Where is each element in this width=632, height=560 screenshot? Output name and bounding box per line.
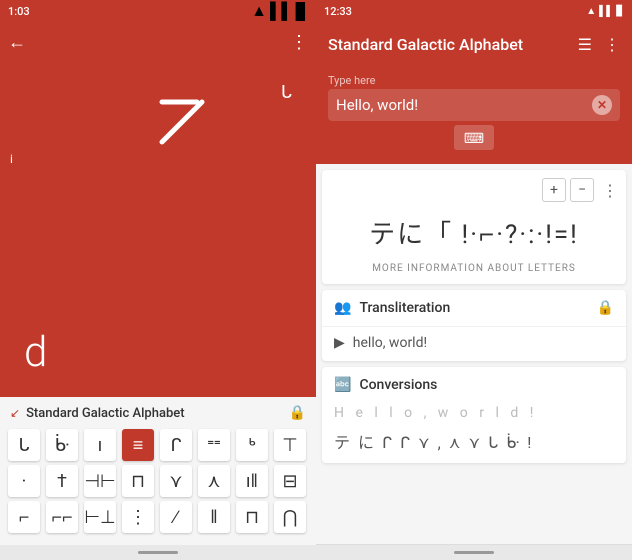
conversions-header: 🔤 Conversions — [322, 367, 626, 403]
wifi-icon-right: ▌▌ — [599, 6, 613, 17]
home-indicator-right — [454, 551, 494, 554]
keyboard-toggle-button[interactable]: ⌨ — [454, 125, 494, 150]
status-bar-left: 1:03 ▲ ▌▌ ▊ — [0, 0, 316, 22]
left-panel: 1:03 ▲ ▌▌ ▊ ← ⋮ i ᒐ d ↙ Standard Galacti… — [0, 0, 316, 560]
content-area: + − ⋮ テに「 !·⌐·?·:·!=! MORE INFORMATION A… — [316, 164, 632, 544]
galactic-more-button[interactable]: ⋮ — [602, 181, 618, 200]
key-3[interactable]: ı — [84, 429, 116, 461]
zoom-out-button[interactable]: − — [570, 178, 594, 202]
keyboard-icon: ⌨ — [464, 131, 484, 147]
app-title: Standard Galactic Alphabet — [328, 35, 523, 54]
keyboard-panel: ↙ Standard Galactic Alphabet 🔒 ᒐ ᒁ ı ≡ ᒋ… — [0, 397, 316, 545]
key-8[interactable]: ⊤ — [274, 429, 306, 461]
status-bar-right: 12:33 ▲ ▌▌ ▊ — [316, 0, 632, 22]
key-10[interactable]: † — [46, 465, 78, 497]
key-20[interactable]: ⋮ — [122, 501, 154, 533]
galactic-display-card: + − ⋮ テに「 !·⌐·?·:·!=! MORE INFORMATION A… — [322, 170, 626, 284]
top-bar-actions: ☰ ⋮ — [578, 35, 620, 54]
conversions-card: 🔤 Conversions H e l l o , w o r l d ! テ … — [322, 367, 626, 463]
key-21[interactable]: ∕ — [160, 501, 192, 533]
key-1[interactable]: ᒐ — [8, 429, 40, 461]
top-bar-left: ← ⋮ — [0, 22, 316, 62]
status-icons-right: ▲ ▌▌ ▊ — [586, 6, 624, 17]
key-19[interactable]: ⊢⊥ — [84, 501, 116, 533]
clear-button[interactable]: ✕ — [592, 95, 612, 115]
bottom-bar-left — [0, 545, 316, 560]
transliteration-icon: 👥 — [334, 300, 351, 316]
keyboard-lock-icon: 🔒 — [289, 405, 306, 421]
bottom-nav-right — [316, 544, 632, 560]
key-17[interactable]: ⌐ — [8, 501, 40, 533]
key-12[interactable]: ⊓ — [122, 465, 154, 497]
more-button-right[interactable]: ⋮ — [604, 35, 620, 54]
key-7[interactable]: ᒃ — [236, 429, 268, 461]
key-22[interactable]: ‖ — [198, 501, 230, 533]
conversions-title: Conversions — [359, 377, 437, 393]
transliteration-content: ▶ hello, world! — [322, 327, 626, 361]
key-11[interactable]: ⊣⊢ — [84, 465, 116, 497]
wifi-icon-left: ▌▌ — [270, 1, 293, 21]
input-value[interactable]: Hello, world! — [336, 96, 586, 114]
input-row: Hello, world! ✕ — [328, 89, 620, 121]
keyboard-toggle: ⌨ — [328, 125, 620, 150]
signal-icon-right: ▲ — [586, 6, 596, 17]
key-9[interactable]: · — [8, 465, 40, 497]
time-left: 1:03 — [8, 5, 30, 18]
battery-icon-right: ▊ — [616, 6, 624, 17]
conversions-icon: 🔤 — [334, 377, 351, 393]
key-18[interactable]: ⌐⌐ — [46, 501, 78, 533]
conversion-galactic-row: テ に ᒋ ᒋ ⋎ , ⋏ ⋎ ᒐ ᒁ ! — [322, 427, 626, 463]
more-info-button[interactable]: MORE INFORMATION ABOUT LETTERS — [330, 259, 618, 276]
signal-icon-left: ▲ — [251, 1, 267, 21]
keyboard-title: Standard Galactic Alphabet — [26, 406, 283, 421]
selected-letter-display: d — [24, 328, 47, 377]
galactic-text-display: テに「 !·⌐·?·:·!=! — [330, 206, 618, 259]
key-5[interactable]: ᒋ — [160, 429, 192, 461]
home-indicator-left — [138, 551, 178, 554]
play-text: hello, world! — [353, 335, 427, 351]
transliteration-lock-icon: 🔒 — [597, 300, 614, 316]
battery-icon-left: ▊ — [296, 2, 308, 21]
galactic-symbol-display — [142, 92, 222, 152]
right-panel: 12:33 ▲ ▌▌ ▊ Standard Galactic Alphabet … — [316, 0, 632, 560]
keyboard-header-icon: ↙ — [10, 406, 20, 420]
transliteration-header: 👥 Transliteration 🔒 — [322, 290, 626, 327]
input-area: Type here Hello, world! ✕ ⌨ — [316, 66, 632, 164]
key-24[interactable]: ⋂ — [274, 501, 306, 533]
status-icons-left: ▲ ▌▌ ▊ — [251, 1, 308, 21]
key-4-highlighted[interactable]: ≡ — [122, 429, 154, 461]
key-2[interactable]: ᒁ — [46, 429, 78, 461]
key-grid-row1: ᒐ ᒁ ı ≡ ᒋ ⁼⁼ ᒃ ⊤ · † ⊣⊢ ⊓ ⋎ ⋏ ı‖ ⊟ ⌐ ⌐⌐ … — [8, 429, 308, 533]
key-14[interactable]: ⋏ — [198, 465, 230, 497]
key-16[interactable]: ⊟ — [274, 465, 306, 497]
conversion-latin-row: H e l l o , w o r l d ! — [322, 403, 626, 427]
key-13[interactable]: ⋎ — [160, 465, 192, 497]
conversion-galactic-text: テ に ᒋ ᒋ ⋎ , ⋏ ⋎ ᒐ ᒁ ! — [334, 429, 533, 453]
input-label: Type here — [328, 74, 620, 87]
play-row: ▶ hello, world! — [334, 335, 614, 351]
back-button[interactable]: ← — [8, 32, 26, 53]
conversion-latin-text: H e l l o , w o r l d ! — [334, 405, 537, 421]
key-6[interactable]: ⁼⁼ — [198, 429, 230, 461]
key-15[interactable]: ı‖ — [236, 465, 268, 497]
key-23[interactable]: ⊓ — [236, 501, 268, 533]
small-letter-i: i — [10, 152, 13, 166]
top-bar-right: Standard Galactic Alphabet ☰ ⋮ — [316, 22, 632, 66]
keyboard-header: ↙ Standard Galactic Alphabet 🔒 — [8, 405, 308, 421]
transliteration-title: Transliteration — [359, 300, 588, 316]
time-right: 12:33 — [324, 5, 352, 18]
list-icon[interactable]: ☰ — [578, 35, 592, 54]
play-button[interactable]: ▶ — [334, 335, 345, 351]
main-canvas: i ᒐ d — [0, 62, 316, 397]
transliteration-card: 👥 Transliteration 🔒 ▶ hello, world! — [322, 290, 626, 361]
zoom-in-button[interactable]: + — [542, 178, 566, 202]
corner-symbol: ᒐ — [281, 82, 292, 103]
more-button-left[interactable]: ⋮ — [290, 32, 308, 53]
